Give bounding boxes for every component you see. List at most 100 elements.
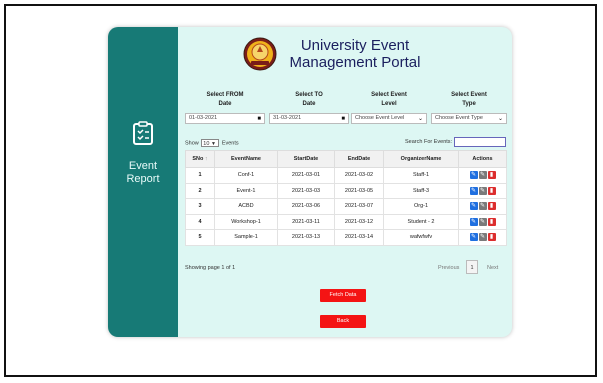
to-date-label-line1: Select TO	[295, 92, 323, 98]
cell-enddate: 2021-03-07	[334, 198, 384, 215]
event-level-select[interactable]: Choose Event Level ⌄	[351, 113, 427, 124]
view-icon[interactable]: ✎	[469, 171, 478, 180]
page-number-button[interactable]: 1	[466, 260, 478, 274]
sort-icon: ↑	[204, 156, 208, 162]
cell-sno: 5	[185, 229, 215, 246]
event-level-label: Select Event Level	[351, 91, 427, 109]
cell-actions: ✎ ✎ ▮	[458, 167, 507, 184]
filter-bar: Select FROM Date 01-03-2021 ■ Select TO …	[185, 91, 507, 131]
col-header-actions: Actions	[458, 150, 507, 168]
cell-startdate: 2021-03-13	[277, 229, 335, 246]
calendar-icon[interactable]: ■	[257, 115, 261, 124]
calendar-icon[interactable]: ■	[341, 115, 345, 124]
event-type-value: Choose Event Type	[435, 115, 483, 121]
cell-startdate: 2021-03-06	[277, 198, 335, 215]
from-date-label-line2: Date	[218, 101, 232, 107]
cell-eventname: Workshop-1	[214, 213, 278, 230]
cell-startdate: 2021-03-01	[277, 167, 335, 184]
edit-icon[interactable]: ✎	[478, 202, 487, 211]
clipboard-checklist-icon	[133, 121, 153, 145]
from-date-label: Select FROM Date	[185, 91, 265, 109]
to-date-label: Select TO Date	[269, 91, 349, 109]
cell-actions: ✎ ✎ ▮	[458, 198, 507, 215]
cell-actions: ✎ ✎ ▮	[458, 213, 507, 230]
cell-eventname: Conf-1	[214, 167, 278, 184]
event-type-select[interactable]: Choose Event Type ⌄	[431, 113, 507, 124]
to-date-input[interactable]: 31-03-2021 ■	[269, 113, 349, 124]
edit-icon[interactable]: ✎	[478, 171, 487, 180]
pagination: Showing page 1 of 1 Previous 1 Next	[185, 260, 507, 276]
edit-icon[interactable]: ✎	[478, 233, 487, 242]
view-icon[interactable]: ✎	[469, 233, 478, 242]
show-label: Show	[185, 140, 199, 147]
cell-sno: 4	[185, 213, 215, 230]
event-level-label-line2: Level	[381, 101, 397, 107]
page-title: University Event Management Portal	[285, 37, 425, 71]
cell-enddate: 2021-03-02	[334, 167, 384, 184]
next-page-button[interactable]: Next	[487, 265, 498, 271]
cell-sno: 1	[185, 167, 215, 184]
delete-icon[interactable]: ▮	[487, 186, 496, 195]
page-length-control: Show 10 ▼ Events	[185, 139, 239, 147]
edit-icon[interactable]: ✎	[478, 217, 487, 226]
cell-enddate: 2021-03-12	[334, 213, 384, 230]
sidebar: Event Report	[108, 27, 178, 337]
cell-organizer: Staff-3	[383, 182, 459, 199]
col-header-enddate[interactable]: EndDate	[334, 150, 384, 168]
page-length-select[interactable]: 10 ▼	[201, 139, 220, 147]
col-header-eventname[interactable]: EventName	[214, 150, 278, 168]
chevron-down-icon: ⌄	[417, 116, 423, 122]
edit-icon[interactable]: ✎	[478, 186, 487, 195]
cell-enddate: 2021-03-14	[334, 229, 384, 246]
cell-startdate: 2021-03-03	[277, 182, 335, 199]
sidebar-label-line1: Event	[128, 160, 158, 172]
table-row: 3 ACBD 2021-03-06 2021-03-07 Org-1 ✎ ✎ ▮	[185, 198, 507, 215]
table-row: 1 Conf-1 2021-03-01 2021-03-02 Staff-1 ✎…	[185, 167, 507, 184]
cell-sno: 3	[185, 198, 215, 215]
sidebar-label: Event Report	[108, 160, 178, 186]
table-tools: Show 10 ▼ Events Search For Events:	[185, 137, 507, 149]
event-level-value: Choose Event Level	[355, 115, 405, 121]
view-icon[interactable]: ✎	[469, 217, 478, 226]
to-date-label-line2: Date	[302, 101, 316, 107]
report-card: Event Report University Event Management…	[108, 27, 512, 337]
col-header-sno[interactable]: SNo ↑	[185, 150, 215, 168]
view-icon[interactable]: ✎	[469, 202, 478, 211]
to-date-value: 31-03-2021	[273, 115, 302, 121]
table-row: 5 Sample-1 2021-03-13 2021-03-14 wafwfwf…	[185, 229, 507, 246]
cell-organizer: Staff-1	[383, 167, 459, 184]
entries-label: Events	[221, 140, 239, 147]
previous-page-button[interactable]: Previous	[438, 265, 459, 271]
col-header-startdate[interactable]: StartDate	[277, 150, 335, 168]
chevron-down-icon: ⌄	[497, 116, 503, 122]
delete-icon[interactable]: ▮	[487, 171, 496, 180]
cell-organizer: Student - 2	[383, 213, 459, 230]
table-header-row: SNo ↑ EventName StartDate EndDate Organi…	[185, 150, 507, 168]
fetch-data-button[interactable]: Fetch Data	[320, 289, 366, 302]
col-header-sno-label: SNo	[192, 156, 204, 162]
col-header-organizer[interactable]: OrganizerName	[383, 150, 459, 168]
cell-organizer: Org-1	[383, 198, 459, 215]
delete-icon[interactable]: ▮	[487, 202, 496, 211]
cell-startdate: 2021-03-11	[277, 213, 335, 230]
table-row: 2 Event-1 2021-03-03 2021-03-05 Staff-3 …	[185, 182, 507, 199]
event-type-label: Select Event Type	[431, 91, 507, 109]
view-icon[interactable]: ✎	[469, 186, 478, 195]
page-title-line2: Management Portal	[289, 54, 421, 71]
back-button[interactable]: Back	[320, 315, 366, 328]
from-date-label-line1: Select FROM	[206, 92, 244, 98]
table-row: 4 Workshop-1 2021-03-11 2021-03-12 Stude…	[185, 213, 507, 230]
cell-enddate: 2021-03-05	[334, 182, 384, 199]
search-input[interactable]	[454, 137, 506, 147]
delete-icon[interactable]: ▮	[487, 233, 496, 242]
from-date-input[interactable]: 01-03-2021 ■	[185, 113, 265, 124]
from-date-value: 01-03-2021	[189, 115, 218, 121]
event-level-label-line1: Select Event	[371, 92, 407, 98]
cell-eventname: Sample-1	[214, 229, 278, 246]
cell-eventname: ACBD	[214, 198, 278, 215]
event-type-label-line2: Type	[462, 101, 476, 107]
page-header: University Event Management Portal	[243, 35, 420, 77]
cell-organizer: wafwfwfv	[383, 229, 459, 246]
university-seal-icon	[243, 37, 277, 71]
delete-icon[interactable]: ▮	[487, 217, 496, 226]
